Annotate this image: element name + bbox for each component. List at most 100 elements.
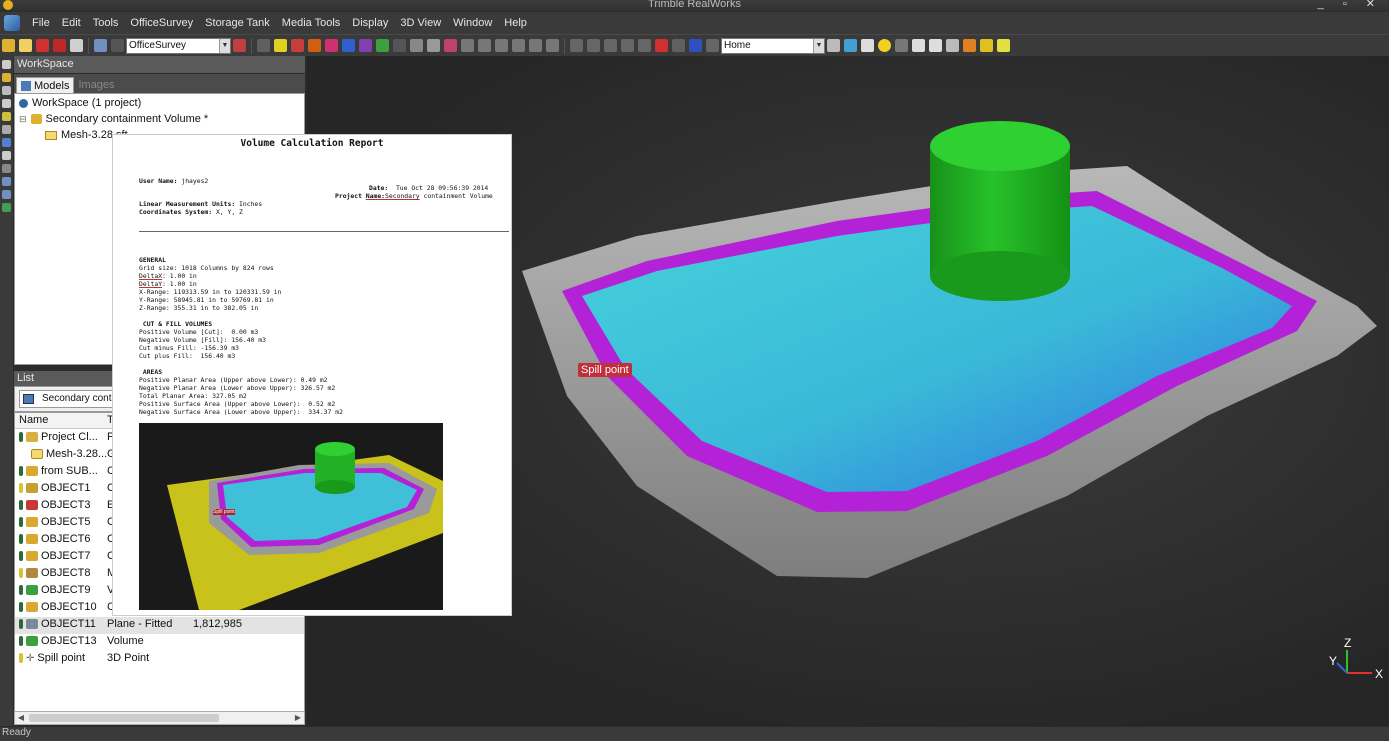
slice-icon[interactable] [427,39,440,52]
tree-item-workspace[interactable]: WorkSpace (1 project) [19,95,141,111]
scrollbar-thumb[interactable] [29,714,219,722]
tree-item-project[interactable]: ⊟ Secondary containment Volume * [19,111,208,127]
tool-10-icon[interactable] [621,39,634,52]
fence-icon[interactable] [308,39,321,52]
segment-icon[interactable] [291,39,304,52]
tool-1-icon[interactable] [461,39,474,52]
eye-icon[interactable] [861,39,874,52]
tool-4-icon[interactable] [512,39,525,52]
measure-icon[interactable] [274,39,287,52]
undo-icon[interactable] [94,39,107,52]
menu-file[interactable]: File [26,17,56,29]
frame-icon[interactable] [2,151,11,160]
spill-point-label[interactable]: Spill point [578,363,632,377]
camera-icon[interactable] [946,39,959,52]
gear-icon[interactable] [2,164,11,173]
doc-icon[interactable] [2,99,11,108]
table-row[interactable]: OBJECT13 Volume [15,634,304,651]
scroll-left-icon[interactable]: ◀ [15,712,27,724]
tool-13-icon[interactable] [672,39,685,52]
volume-tool-icon[interactable] [376,39,389,52]
grid-icon[interactable] [393,39,406,52]
tool-11-icon[interactable] [638,39,651,52]
tool-3-icon[interactable] [495,39,508,52]
pin-icon[interactable] [19,585,23,595]
tool-5-icon[interactable] [529,39,542,52]
sphere-icon[interactable] [342,39,355,52]
filter-icon[interactable] [2,86,11,95]
collapse-icon[interactable]: ⊟ [19,114,27,125]
tool-15-icon[interactable] [895,39,908,52]
scroll-right-icon[interactable]: ▶ [292,712,304,724]
light-icon[interactable] [878,39,891,52]
cube-icon[interactable] [2,138,11,147]
image-icon[interactable] [689,39,702,52]
chevron-down-icon[interactable]: ▼ [219,38,230,53]
bulb-icon[interactable] [997,39,1010,52]
tool-12-icon[interactable] [655,39,668,52]
pin-icon[interactable] [19,534,23,544]
pin-icon[interactable] [19,636,23,646]
pin-icon[interactable] [19,517,23,527]
pin-icon[interactable] [19,602,23,612]
table-row[interactable]: ✛ Spill point 3D Point [15,651,304,668]
pin-icon[interactable] [2,60,11,69]
axis-view-icon[interactable] [827,39,840,52]
menu-help[interactable]: Help [498,17,533,29]
mode-select[interactable]: OfficeSurvey ▼ [126,37,231,54]
open-icon[interactable] [2,39,15,52]
zoom-in-icon[interactable] [2,177,11,186]
print-icon[interactable] [70,39,83,52]
pin-icon[interactable] [19,568,23,578]
table-row[interactable]: OBJECT11 Plane - Fitted 1,812,985 [15,617,304,634]
tab-images[interactable]: Images [74,77,118,93]
window-controls[interactable]: _ ▫ ✕ [1318,0,1383,10]
fit-icon[interactable] [359,39,372,52]
object-icon[interactable] [2,203,11,212]
column-name[interactable]: Name [19,414,48,426]
tool-2-icon[interactable] [478,39,491,52]
tool-7-icon[interactable] [570,39,583,52]
shading-icon[interactable] [929,39,942,52]
menu-window[interactable]: Window [447,17,498,29]
export-icon[interactable] [53,39,66,52]
tool-14-icon[interactable] [706,39,719,52]
view-select[interactable]: Home ▼ [721,37,825,54]
layer-icon[interactable] [2,73,11,82]
menu-media-tools[interactable]: Media Tools [276,17,347,29]
dots-icon[interactable] [2,125,11,134]
menu-3d-view[interactable]: 3D View [394,17,447,29]
new-icon[interactable] [19,39,32,52]
menu-storage-tank[interactable]: Storage Tank [199,17,276,29]
pin-icon[interactable] [19,500,23,510]
zoom-tool-icon[interactable] [444,39,457,52]
menu-officesurvey[interactable]: OfficeSurvey [124,17,199,29]
pin-icon[interactable] [19,653,23,663]
visibility-icon[interactable] [912,39,925,52]
tool-6-icon[interactable] [546,39,559,52]
render-icon[interactable] [844,39,857,52]
pin-icon[interactable] [19,466,23,476]
pin-icon[interactable] [19,432,23,442]
station-icon[interactable] [233,39,246,52]
pin-icon[interactable] [19,483,23,493]
tool-8-icon[interactable] [587,39,600,52]
section-icon[interactable] [410,39,423,52]
highlight-icon[interactable] [980,39,993,52]
save-icon[interactable] [36,39,49,52]
redo-icon[interactable] [111,39,124,52]
menu-edit[interactable]: Edit [56,17,87,29]
pin-icon[interactable] [19,551,23,561]
menu-tools[interactable]: Tools [87,17,125,29]
zoom-out-icon[interactable] [2,190,11,199]
chevron-down-icon[interactable]: ▼ [813,38,824,53]
pin-icon[interactable] [19,619,23,629]
list-horizontal-scrollbar[interactable]: ◀ ▶ [14,711,305,725]
mesh-tool-icon[interactable] [325,39,338,52]
app-menu-icon[interactable] [4,15,20,31]
warning-icon[interactable] [963,39,976,52]
pick-icon[interactable] [257,39,270,52]
tag-icon[interactable] [2,112,11,121]
menu-display[interactable]: Display [346,17,394,29]
tab-models[interactable]: Models [16,77,75,93]
